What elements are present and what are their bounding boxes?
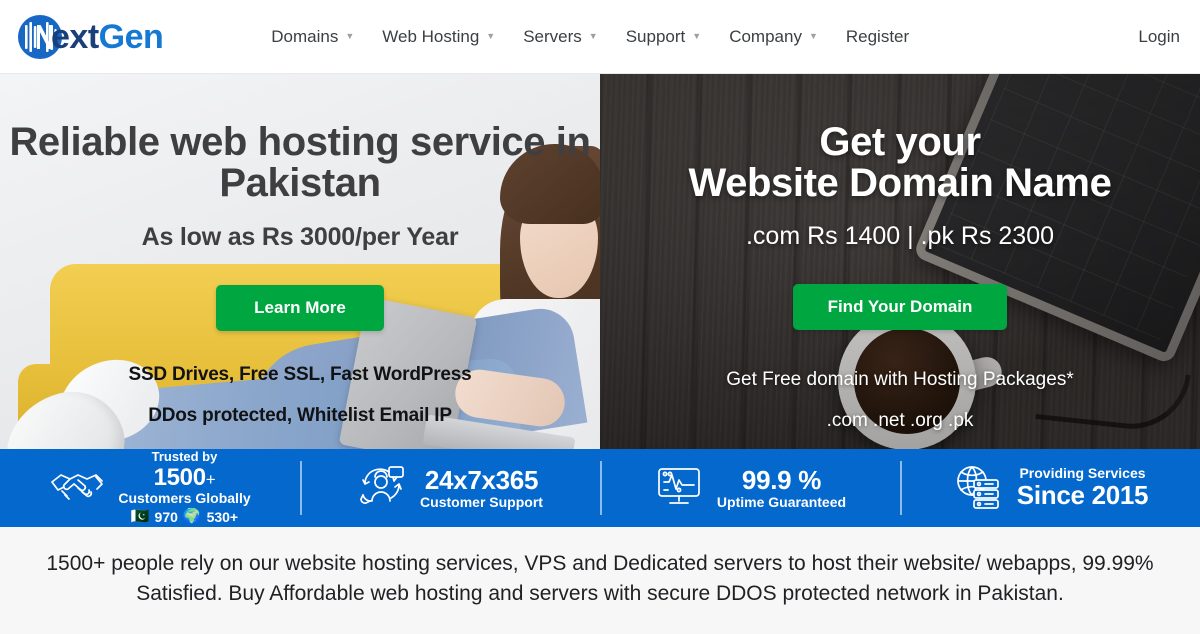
- stat-trusted-customers: Trusted by 1500+ Customers Globally 🇵🇰 9…: [0, 450, 300, 525]
- site-header: extGen Domains ▼ Web Hosting ▼ Servers ▼…: [0, 0, 1200, 74]
- chevron-down-icon: ▼: [692, 31, 702, 41]
- stats-bar: Trusted by 1500+ Customers Globally 🇵🇰 9…: [0, 449, 1200, 527]
- chevron-down-icon: ▼: [486, 31, 496, 41]
- stat-uptime-text: 99.9 % Uptime Guaranteed: [716, 464, 847, 511]
- hero-panel-hosting: Reliable web hosting service in Pakistan…: [0, 74, 600, 449]
- nav-item-company[interactable]: Company ▼: [729, 27, 818, 47]
- brand-name: extGen: [51, 17, 164, 56]
- nav-item-register[interactable]: Register: [846, 27, 909, 47]
- stat-trusted-breakdown: 🇵🇰 970 🌍 530+: [118, 508, 250, 526]
- chevron-down-icon: ▼: [345, 31, 355, 41]
- nav-label-support: Support: [625, 26, 686, 46]
- hero-right-title-line1: Get your: [819, 120, 981, 164]
- hero-left-feature-2: DDos protected, Whitelist Email IP: [148, 405, 452, 427]
- hero-left-title: Reliable web hosting service in Pakistan: [9, 120, 591, 206]
- stat-customer-support: 24x7x365 Customer Support: [300, 459, 600, 517]
- hero-right-note-1: Get Free domain with Hosting Packages*: [726, 369, 1074, 391]
- chevron-down-icon: ▼: [588, 31, 598, 41]
- nav-item-servers[interactable]: Servers ▼: [523, 27, 598, 47]
- hero-panel-domains: Get your Website Domain Name .com Rs 140…: [600, 74, 1200, 449]
- monitor-pulse-uptime-icon: [654, 464, 704, 513]
- hero-right-title-line2: Website Domain Name: [688, 161, 1112, 206]
- stat-since-text: Providing Services Since 2015: [1016, 464, 1149, 511]
- hero-left-content: Reliable web hosting service in Pakistan…: [0, 74, 600, 449]
- nav-item-web-hosting[interactable]: Web Hosting ▼: [382, 27, 495, 47]
- globe-icon: 🌍: [182, 508, 202, 526]
- stat-support-sub-label: Customer Support: [420, 493, 543, 510]
- stat-uptime: 99.9 % Uptime Guaranteed: [600, 459, 900, 517]
- brand-name-ext: ext: [51, 17, 99, 56]
- globe-server-rack-icon: [952, 463, 1004, 514]
- stat-trusted-value: 1500+: [153, 463, 216, 491]
- stat-uptime-sub-label: Uptime Guaranteed: [716, 493, 847, 510]
- stat-trusted-value-suffix: +: [205, 469, 216, 489]
- stat-since: Providing Services Since 2015: [900, 459, 1200, 517]
- nav-label-servers: Servers: [523, 26, 582, 46]
- stat-trusted-top-label: Trusted by: [151, 449, 218, 465]
- stat-since-value: Since 2015: [1016, 480, 1149, 511]
- intro-paragraph: 1500+ people rely on our website hosting…: [0, 527, 1200, 634]
- stat-trusted-sub-label: Customers Globally: [118, 490, 251, 507]
- hero-left-feature-1: SSD Drives, Free SSL, Fast WordPress: [128, 364, 472, 386]
- learn-more-button[interactable]: Learn More: [216, 285, 384, 332]
- hero-right-title: Get your Website Domain Name: [605, 120, 1195, 206]
- customer-support-headset-icon: [357, 463, 407, 514]
- hero-left-subtitle: As low as Rs 3000/per Year: [141, 223, 459, 252]
- nav-label-domains: Domains: [271, 26, 339, 46]
- brand-logo[interactable]: extGen: [16, 13, 164, 61]
- nav-item-domains[interactable]: Domains ▼: [271, 27, 354, 47]
- chevron-down-icon: ▼: [808, 31, 818, 41]
- stat-support-value: 24x7x365: [424, 464, 539, 495]
- handshake-icon: [49, 464, 105, 513]
- hero-right-subtitle: .com Rs 1400 | .pk Rs 2300: [745, 222, 1055, 251]
- nav-label-company: Company: [729, 26, 802, 46]
- stat-support-text: 24x7x365 Customer Support: [420, 464, 543, 511]
- stat-trusted-text: Trusted by 1500+ Customers Globally 🇵🇰 9…: [118, 450, 250, 526]
- nav-label-web-hosting: Web Hosting: [382, 26, 480, 46]
- nav-item-support[interactable]: Support ▼: [626, 27, 701, 47]
- login-link[interactable]: Login: [1138, 27, 1180, 47]
- hero-right-note-2: .com .net .org .pk: [826, 410, 974, 432]
- find-your-domain-button[interactable]: Find Your Domain: [793, 284, 1007, 331]
- stat-pakistan-count: 970: [154, 508, 178, 525]
- nav-label-register: Register: [845, 26, 910, 46]
- main-navigation: Domains ▼ Web Hosting ▼ Servers ▼ Suppor…: [271, 27, 937, 47]
- hero-right-content: Get your Website Domain Name .com Rs 140…: [600, 74, 1200, 449]
- hero-section: Reliable web hosting service in Pakistan…: [0, 74, 1200, 449]
- brand-name-gen: Gen: [98, 17, 164, 56]
- stat-since-top-label: Providing Services: [1019, 464, 1146, 481]
- stat-global-count: 530+: [206, 508, 239, 525]
- pakistan-flag-icon: 🇵🇰: [130, 508, 150, 526]
- stat-uptime-value: 99.9 %: [741, 464, 822, 495]
